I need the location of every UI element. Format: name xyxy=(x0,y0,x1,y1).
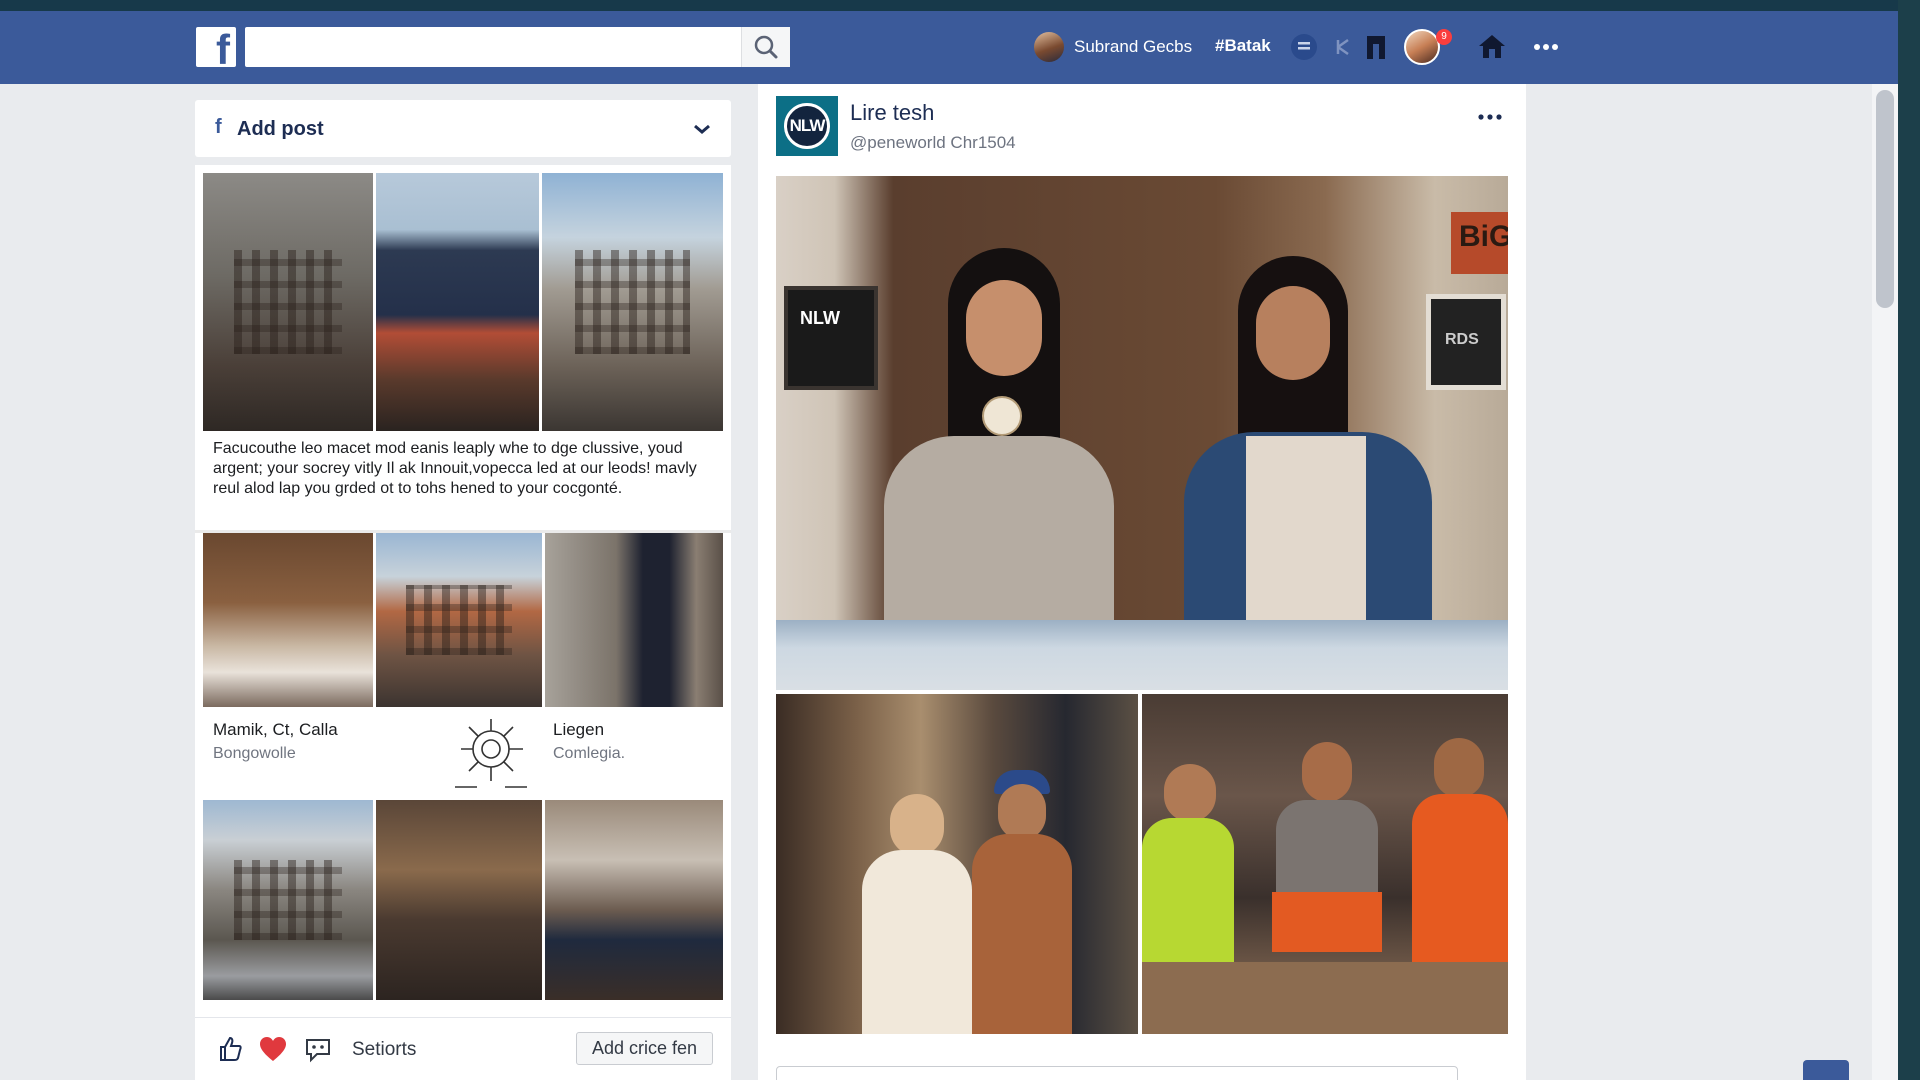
photo-city-street[interactable] xyxy=(542,173,723,431)
person-man xyxy=(972,770,1072,1034)
caption-subtitle: Comlegia. xyxy=(553,745,626,762)
comment-icon[interactable] xyxy=(303,1034,333,1064)
photo-street-car[interactable] xyxy=(203,800,373,1000)
search-input[interactable] xyxy=(245,27,790,67)
caption-title[interactable]: Mamik, Ct, Calla xyxy=(213,720,338,740)
workbench xyxy=(1142,962,1508,1034)
top-navigation-bar: f Subrand Gecbs #Batak 9 xyxy=(0,11,1898,84)
add-post-bar[interactable]: f Add post xyxy=(195,100,731,157)
notification-badge: 9 xyxy=(1436,29,1452,45)
photo-bedroom[interactable] xyxy=(203,533,373,707)
facebook-logo-icon[interactable]: f xyxy=(196,27,236,71)
stamp-illustration-icon xyxy=(455,719,527,788)
poster-frame-text: NLW xyxy=(800,308,840,328)
photo-man-standing[interactable] xyxy=(545,533,723,707)
scrollbar-thumb[interactable] xyxy=(1876,90,1894,308)
avatar xyxy=(1034,32,1064,62)
blanket xyxy=(776,620,1508,690)
post-actions-bar: Setiorts Add crice fen xyxy=(195,1017,731,1080)
main-post-card: NLW Lire tesh @peneworld Chr1504 NLW BiG… xyxy=(758,84,1526,1080)
post-options-icon[interactable] xyxy=(1476,110,1504,124)
caption-title[interactable]: Liegen xyxy=(553,720,604,740)
wall-sign: BiG xyxy=(1451,212,1508,274)
framed-picture: RDS xyxy=(1426,294,1506,390)
post-author-handle: @peneworld Chr1504 xyxy=(850,133,1016,152)
search-button[interactable] xyxy=(741,27,790,67)
page-avatar-logo: NLW xyxy=(784,103,830,149)
actions-label[interactable]: Setiorts xyxy=(352,1039,416,1061)
bookmark-icon[interactable] xyxy=(1360,31,1392,63)
post-main-photo[interactable]: NLW BiG RDS xyxy=(776,176,1508,690)
wall-sign-text: BiG xyxy=(1459,220,1508,253)
photo-street-building[interactable] xyxy=(203,173,373,431)
heart-icon[interactable] xyxy=(258,1034,288,1064)
post-author-name[interactable]: Lire tesh xyxy=(850,100,934,126)
comment-input[interactable] xyxy=(776,1066,1458,1080)
photo-shop-owner[interactable] xyxy=(545,800,723,1000)
profile-link[interactable]: Subrand Gecbs xyxy=(1034,29,1192,65)
facebook-app-window: f Subrand Gecbs #Batak 9 f Add post Facu… xyxy=(0,0,1898,1080)
framed-picture-text: RDS xyxy=(1445,331,1479,348)
add-post-label: Add post xyxy=(237,118,324,140)
facebook-f-icon: f xyxy=(215,116,222,138)
messenger-icon[interactable] xyxy=(1288,31,1320,63)
page-avatar[interactable]: NLW xyxy=(776,96,838,156)
photo-feed-card: Facucouthe leo macet mod eanis leaply wh… xyxy=(195,165,731,1017)
chat-launcher-button[interactable] xyxy=(1803,1060,1849,1080)
like-icon[interactable] xyxy=(215,1034,245,1064)
friends-icon[interactable] xyxy=(1328,31,1360,63)
person-woman xyxy=(862,794,972,1034)
photo-gabled-house[interactable] xyxy=(376,173,539,431)
add-comment-button[interactable]: Add crice fen xyxy=(576,1032,713,1065)
photo-canal-street[interactable] xyxy=(376,533,542,707)
scrollbar[interactable] xyxy=(1872,84,1898,1080)
post-photo-workers[interactable] xyxy=(1142,694,1508,1034)
caption-subtitle: Bongowolle xyxy=(213,745,296,762)
top-strip xyxy=(0,0,1898,11)
post-photo-shop[interactable] xyxy=(776,694,1138,1034)
post-text: Facucouthe leo macet mod eanis leaply wh… xyxy=(213,440,697,497)
notifications-avatar[interactable] xyxy=(1404,29,1440,65)
poster-frame: NLW xyxy=(784,286,878,390)
home-icon[interactable] xyxy=(1476,31,1508,63)
hashtag-link[interactable]: #Batak xyxy=(1215,36,1271,56)
more-icon[interactable] xyxy=(1530,31,1562,63)
photo-workshop[interactable] xyxy=(376,800,542,1000)
user-name: Subrand Gecbs xyxy=(1074,37,1193,56)
chevron-down-icon[interactable] xyxy=(690,117,714,141)
search-icon xyxy=(754,35,778,59)
